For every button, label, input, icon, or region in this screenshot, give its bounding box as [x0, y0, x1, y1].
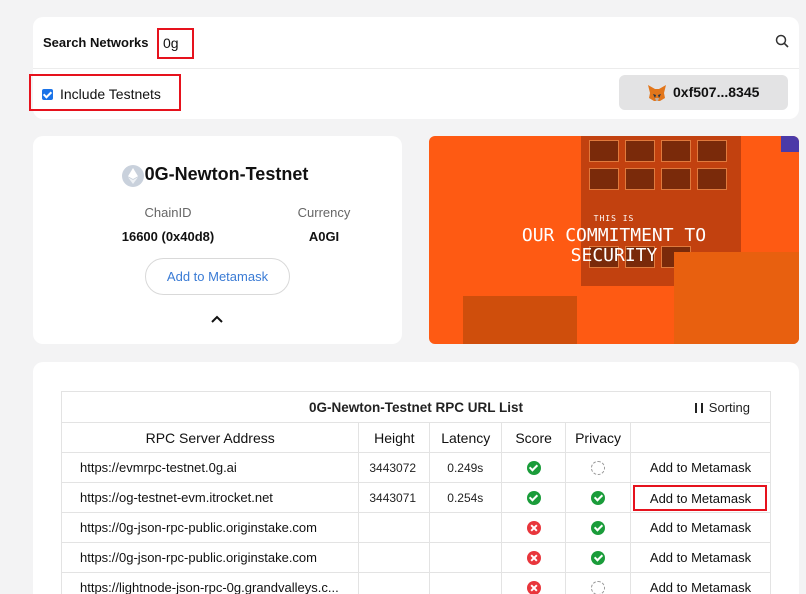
- rpc-height: 3443072: [358, 452, 431, 483]
- search-icon[interactable]: [775, 34, 789, 48]
- score-bad-icon: [526, 551, 541, 566]
- rpc-table-title: 0G-Newton-Testnet RPC URL List Sorting: [61, 391, 771, 423]
- promo-banner[interactable]: THIS IS OUR COMMITMENT TO SECURITY: [429, 136, 799, 344]
- sorting-label: Sorting: [708, 400, 750, 415]
- add-to-metamask-link[interactable]: Add to Metamask: [629, 572, 772, 594]
- currency-label: Currency: [297, 205, 351, 220]
- rpc-url[interactable]: https://lightnode-json-rpc-0g.grandvalle…: [60, 572, 360, 594]
- currency-value: A0GI: [308, 229, 340, 244]
- table-row: https://0g-json-rpc-public.originstake.c…: [60, 512, 772, 543]
- network-card: 0G-Newton-Testnet ChainID 16600 (0x40d8)…: [33, 136, 402, 344]
- rpc-table-title-text: 0G-Newton-Testnet RPC URL List: [308, 399, 523, 415]
- score-ok-icon: [526, 491, 541, 506]
- rpc-url[interactable]: https://0g-json-rpc-public.originstake.c…: [60, 542, 360, 573]
- add-to-metamask-link[interactable]: Add to Metamask: [629, 512, 772, 543]
- chain-id-label: ChainID: [144, 205, 192, 220]
- table-row: https://lightnode-json-rpc-0g.grandvalle…: [60, 572, 772, 594]
- column-header-height[interactable]: Height: [358, 422, 431, 453]
- score-bad-icon: [526, 581, 541, 594]
- column-header-privacy[interactable]: Privacy: [565, 422, 631, 453]
- wallet-address: 0xf507...8345: [673, 84, 760, 100]
- chain-id-value: 16600 (0x40d8): [121, 229, 215, 244]
- include-testnets-toggle[interactable]: Include Testnets: [29, 74, 181, 111]
- banner-headline: OUR COMMITMENT TO SECURITY: [429, 226, 799, 266]
- privacy-unknown-icon: [591, 461, 606, 476]
- testnets-label: Include Testnets: [60, 86, 161, 102]
- privacy-ok-icon: [591, 551, 606, 566]
- banner-headline-line2: SECURITY: [570, 245, 658, 266]
- sorting-toggle[interactable]: Sorting: [694, 400, 750, 415]
- chain-id-block: ChainID 16600 (0x40d8): [112, 205, 224, 244]
- currency-block: Currency A0GI: [283, 205, 365, 244]
- privacy-ok-icon: [591, 491, 606, 506]
- search-card: Search Networks 0g Include Testnets 0xf5…: [29, 17, 799, 119]
- banner-kicker: THIS IS: [593, 214, 635, 223]
- rpc-latency: [429, 572, 503, 594]
- column-header-score[interactable]: Score: [501, 422, 567, 453]
- rpc-latency: [429, 542, 503, 573]
- banner-corner-icon[interactable]: [781, 136, 799, 152]
- add-to-metamask-button[interactable]: Add to Metamask: [145, 258, 290, 295]
- column-header-action: [629, 422, 772, 453]
- rpc-latency: [429, 512, 503, 543]
- rpc-url[interactable]: https://og-testnet-evm.itrocket.net: [60, 482, 360, 513]
- chevron-up-icon[interactable]: [210, 314, 224, 324]
- rpc-height: [358, 542, 431, 573]
- search-input[interactable]: 0g: [157, 28, 194, 59]
- column-header-latency[interactable]: Latency: [429, 422, 503, 453]
- testnets-checkbox[interactable]: [42, 89, 53, 100]
- rpc-list-card: 0G-Newton-Testnet RPC URL List Sorting R…: [33, 362, 799, 594]
- banner-headline-line1: OUR COMMITMENT TO: [521, 225, 707, 246]
- wallet-button[interactable]: 0xf507...8345: [619, 75, 788, 110]
- add-to-metamask-link[interactable]: Add to Metamask: [633, 484, 768, 511]
- rpc-height: 3443071: [358, 482, 431, 513]
- divider: [33, 68, 799, 69]
- table-row: https://evmrpc-testnet.0g.ai 3443072 0.2…: [60, 452, 772, 483]
- table-row: https://0g-json-rpc-public.originstake.c…: [60, 542, 772, 573]
- pause-icon: [694, 403, 703, 413]
- table-row: https://og-testnet-evm.itrocket.net 3443…: [60, 482, 772, 513]
- rpc-table: 0G-Newton-Testnet RPC URL List Sorting R…: [60, 391, 772, 594]
- add-to-metamask-link[interactable]: Add to Metamask: [629, 542, 772, 573]
- rpc-height: [358, 572, 431, 594]
- network-name: 0G-Newton-Testnet: [144, 164, 309, 184]
- banner-rope-image: [463, 296, 577, 344]
- column-header-address[interactable]: RPC Server Address: [60, 422, 360, 453]
- privacy-unknown-icon: [591, 581, 606, 594]
- rpc-latency: 0.254s: [429, 482, 503, 513]
- rpc-url[interactable]: https://0g-json-rpc-public.originstake.c…: [60, 512, 360, 543]
- score-ok-icon: [526, 461, 541, 476]
- rpc-latency: 0.249s: [429, 452, 503, 483]
- add-to-metamask-link[interactable]: Add to Metamask: [629, 452, 772, 483]
- metamask-fox-icon: [648, 85, 666, 101]
- privacy-ok-icon: [591, 521, 606, 536]
- rpc-url[interactable]: https://evmrpc-testnet.0g.ai: [60, 452, 360, 483]
- search-label: Search Networks: [43, 35, 149, 50]
- rpc-height: [358, 512, 431, 543]
- score-bad-icon: [526, 521, 541, 536]
- table-header-row: RPC Server Address Height Latency Score …: [60, 422, 772, 453]
